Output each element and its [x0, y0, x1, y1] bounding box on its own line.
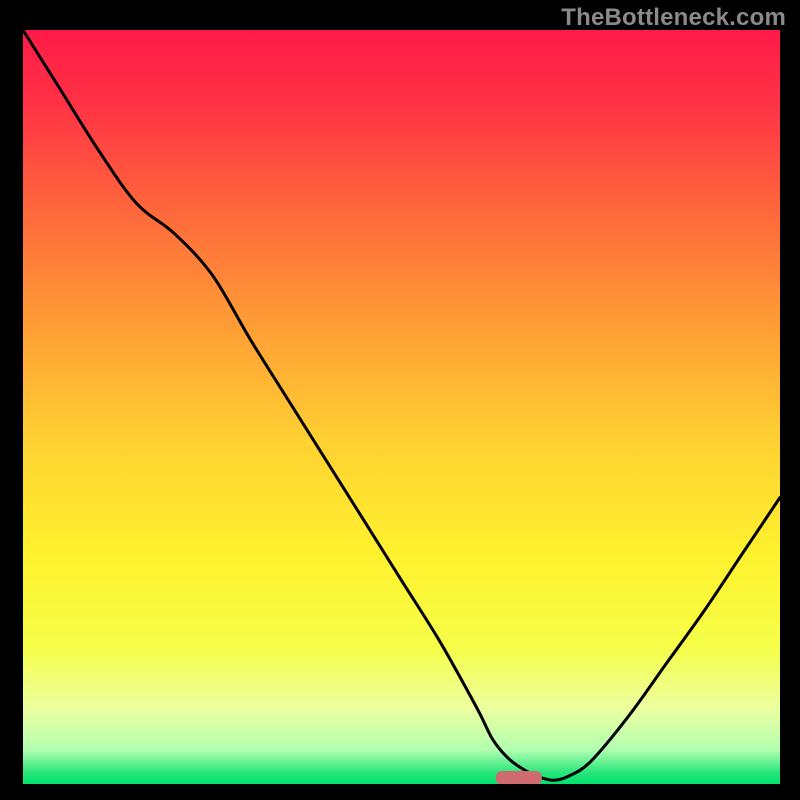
- gradient-background: [23, 30, 780, 784]
- v-curve-plot: [23, 30, 780, 784]
- watermark-text: TheBottleneck.com: [561, 4, 786, 32]
- chart-frame: TheBottleneck.com: [0, 0, 800, 800]
- optimal-point-marker: [496, 771, 542, 784]
